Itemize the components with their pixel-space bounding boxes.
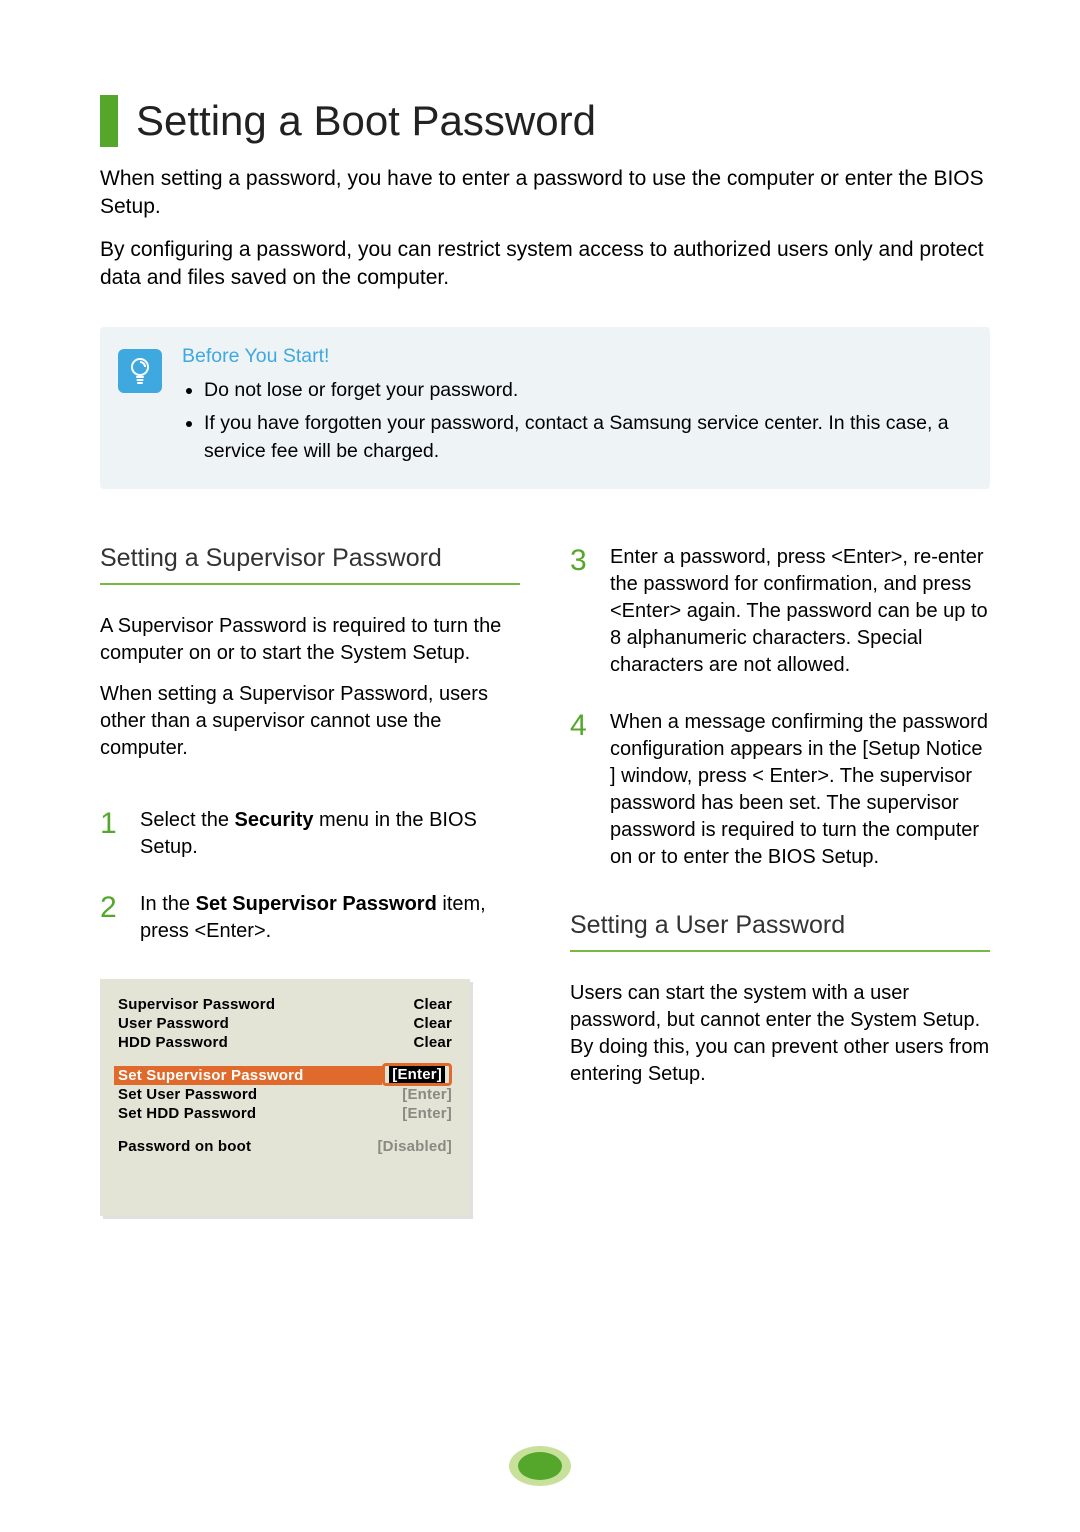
bios-row-highlighted: Set Supervisor Password [Enter] xyxy=(118,1066,452,1085)
tip-item: Do not lose or forget your password. xyxy=(204,376,972,404)
left-column: Setting a Supervisor Password A Supervis… xyxy=(100,544,520,1216)
bios-label: HDD Password xyxy=(118,1034,228,1051)
page-number: 66 xyxy=(529,1484,550,1506)
step-1: 1 Select the Security menu in the BIOS S… xyxy=(100,807,520,861)
tip-item: If you have forgotten your password, con… xyxy=(204,409,972,466)
bios-value: [Enter] xyxy=(402,1105,452,1122)
bios-screenshot: Supervisor Password Clear User Password … xyxy=(100,979,470,1216)
text-bold: Set Supervisor Password xyxy=(196,893,437,915)
step-text: When a message confirming the password c… xyxy=(610,709,990,871)
document-page: Setting a Boot Password When setting a p… xyxy=(0,0,1080,1216)
bios-label: Set HDD Password xyxy=(118,1105,256,1122)
bios-value: Clear xyxy=(413,1015,452,1032)
right-column: 3 Enter a password, press <Enter>, re-en… xyxy=(570,544,990,1216)
bios-row: Set HDD Password [Enter] xyxy=(118,1104,452,1123)
intro-paragraph: By configuring a password, you can restr… xyxy=(100,236,990,293)
tip-heading: Before You Start! xyxy=(182,345,972,368)
text-bold: Security xyxy=(235,809,314,831)
content-columns: Setting a Supervisor Password A Supervis… xyxy=(100,544,990,1216)
step-number: 4 xyxy=(570,709,610,741)
step-text: In the Set Supervisor Password item, pre… xyxy=(140,891,520,945)
bios-row: HDD Password Clear xyxy=(118,1033,452,1052)
title-accent-bar xyxy=(100,95,118,147)
user-heading: Setting a User Password xyxy=(570,911,990,952)
step-text: Select the Security menu in the BIOS Set… xyxy=(140,807,520,861)
bios-label: User Password xyxy=(118,1015,229,1032)
bios-label: Set Supervisor Password xyxy=(118,1067,304,1084)
bios-label: Password on boot xyxy=(118,1138,251,1155)
page-title: Setting a Boot Password xyxy=(136,97,596,145)
page-number-badge: 66 xyxy=(0,1445,1080,1492)
user-paragraph: Users can start the system with a user p… xyxy=(570,980,990,1088)
step-text: Enter a password, press <Enter>, re-ente… xyxy=(610,544,990,679)
step-number: 2 xyxy=(100,891,140,923)
text: Select the xyxy=(140,809,235,831)
text: In the xyxy=(140,893,196,915)
step-4: 4 When a message confirming the password… xyxy=(570,709,990,871)
bios-value: Clear xyxy=(413,1034,452,1051)
step-2: 2 In the Set Supervisor Password item, p… xyxy=(100,891,520,945)
bios-value: [Disabled] xyxy=(377,1138,452,1155)
page-title-row: Setting a Boot Password xyxy=(100,95,990,147)
bios-value: [Enter] xyxy=(402,1086,452,1103)
tip-box: Before You Start! Do not lose or forget … xyxy=(100,327,990,489)
bios-label: Supervisor Password xyxy=(118,996,275,1013)
intro-block: When setting a password, you have to ent… xyxy=(100,165,990,292)
step-number: 1 xyxy=(100,807,140,839)
step-3: 3 Enter a password, press <Enter>, re-en… xyxy=(570,544,990,679)
bios-row: Set User Password [Enter] xyxy=(118,1085,452,1104)
lightbulb-icon xyxy=(118,349,162,393)
bios-row: Supervisor Password Clear xyxy=(118,995,452,1014)
step-number: 3 xyxy=(570,544,610,576)
supervisor-paragraph: A Supervisor Password is required to tur… xyxy=(100,613,520,667)
bios-label: Set User Password xyxy=(118,1086,257,1103)
bios-row: User Password Clear xyxy=(118,1014,452,1033)
bios-value: Clear xyxy=(413,996,452,1013)
bios-value-highlighted: [Enter] xyxy=(382,1067,452,1084)
page-number-shape-icon xyxy=(508,1445,572,1487)
tip-content: Before You Start! Do not lose or forget … xyxy=(182,345,972,469)
intro-paragraph: When setting a password, you have to ent… xyxy=(100,165,990,222)
supervisor-paragraph: When setting a Supervisor Password, user… xyxy=(100,681,520,762)
bios-row: Password on boot [Disabled] xyxy=(118,1137,452,1156)
supervisor-heading: Setting a Supervisor Password xyxy=(100,544,520,585)
tip-list: Do not lose or forget your password. If … xyxy=(182,376,972,465)
